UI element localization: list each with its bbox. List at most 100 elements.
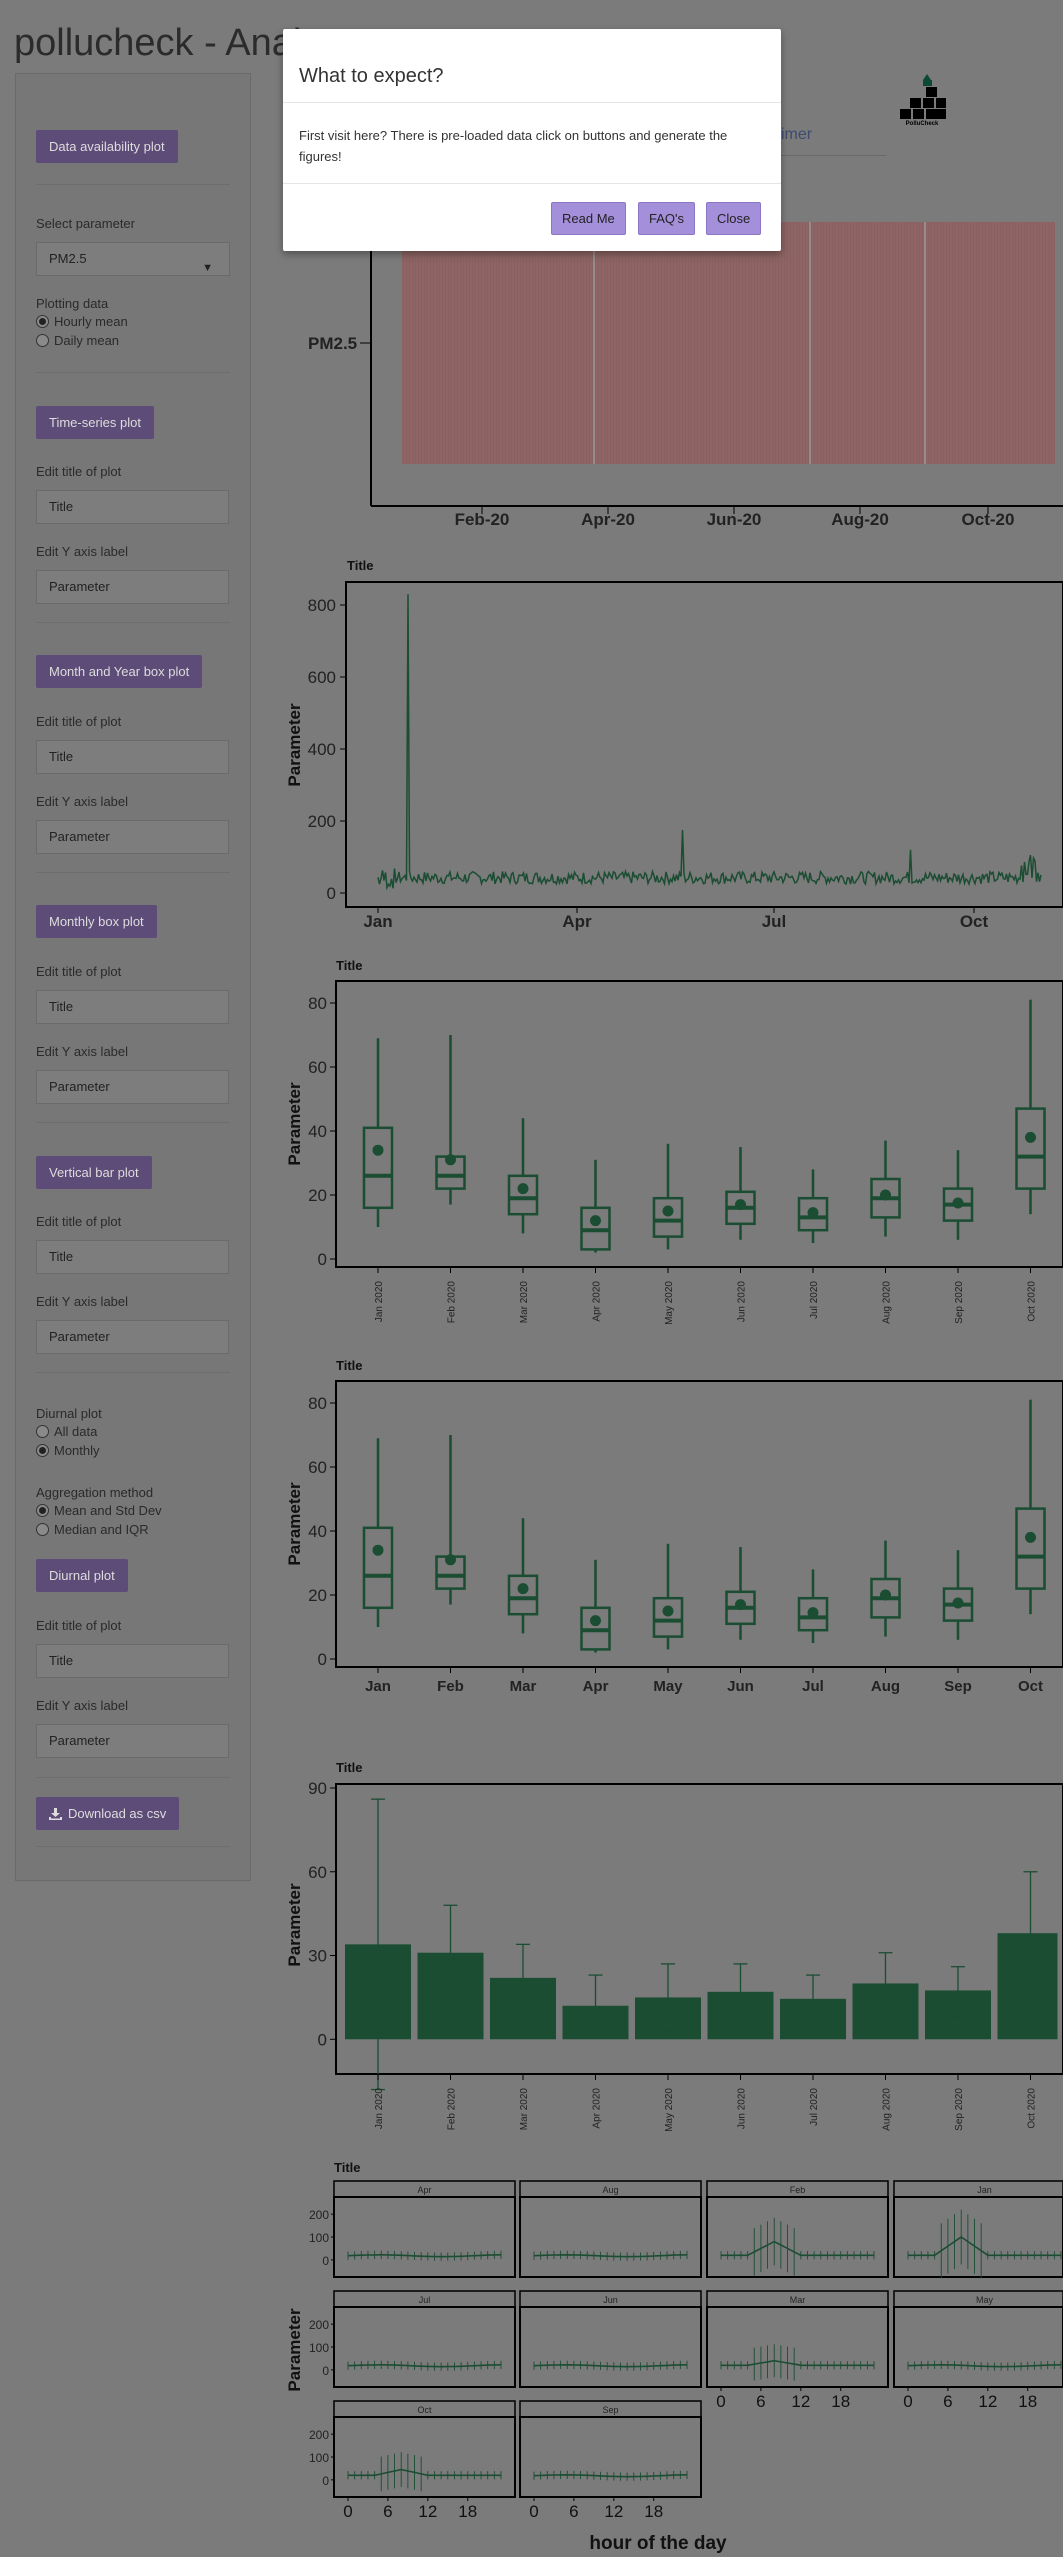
- edit-y-label: Edit Y axis label: [36, 544, 129, 559]
- timeseries-xtick-label: Oct: [960, 912, 989, 931]
- box-xtick-label: Apr 2020: [592, 1281, 603, 1322]
- timeseries-yticks: 0 200 400 600 800: [308, 596, 346, 903]
- diurnal-title-input[interactable]: Title: [36, 1644, 229, 1678]
- modal-title: What to expect?: [299, 65, 444, 87]
- diurnal-y-input[interactable]: Parameter: [36, 1724, 229, 1758]
- box-xtick-label: May 2020: [664, 1281, 675, 1325]
- sidebar: Data availability plot Select parameter …: [15, 73, 251, 1881]
- vbar-xtick-label: Jun 2020: [737, 2088, 748, 2130]
- monthly-box-button[interactable]: Monthly box plot: [36, 905, 157, 938]
- vertical-bar-title-input[interactable]: Title: [36, 1240, 229, 1274]
- vertical-bar-chart: Parameter 0 30 60 90 Jan 2020 Feb 2020 Mar 2020…: [285, 1779, 1063, 2132]
- box-mean-point: [880, 1189, 891, 1201]
- facet-frame: [519, 2416, 702, 2498]
- facet-xtick-label: 12: [978, 2392, 997, 2411]
- facet-xtick-label: 18: [831, 2392, 850, 2411]
- box-xtick-label: Jul: [802, 1678, 824, 1695]
- edit-title-label: Edit title of plot: [36, 964, 122, 979]
- timeseries-plot-button[interactable]: Time-series plot: [36, 406, 154, 439]
- timeseries-ytick-label: 0: [327, 884, 336, 903]
- timeseries-y-input[interactable]: Parameter: [36, 570, 229, 604]
- timeseries-chart: Parameter 0 200 400 600 800 Jan Apr Jul Oct: [285, 581, 1063, 931]
- parameter-select-value: PM2.5: [49, 251, 87, 266]
- box-mean-point: [662, 1605, 674, 1617]
- box-mean-point: [372, 1144, 384, 1156]
- facet-ytick-label: 0: [322, 2364, 329, 2378]
- tab-disclaimer[interactable]: imer: [781, 126, 812, 144]
- box-mean-point: [807, 1207, 819, 1219]
- facet-ytick-label: 100: [309, 2451, 329, 2465]
- box-body: [507, 1174, 539, 1216]
- vbar-xtick-label: May 2020: [664, 2088, 675, 2132]
- box-xtick-label: Jul 2020: [809, 1281, 820, 1319]
- diurnal-plot-label: Diurnal plot: [36, 1406, 102, 1421]
- availability-xtick-label: Jun-20: [707, 510, 762, 529]
- faqs-button[interactable]: FAQ's: [638, 202, 695, 235]
- edit-y-label: Edit Y axis label: [36, 794, 129, 809]
- modal-body: First visit here? There is pre-loaded da…: [299, 128, 728, 164]
- month-year-title-input[interactable]: Title: [36, 740, 229, 774]
- facet-xtick-label: 12: [604, 2502, 623, 2521]
- box-mean-point: [445, 1154, 456, 1166]
- box-mean-point: [590, 1215, 601, 1227]
- divider: [36, 1777, 230, 1778]
- box-xtick-label: Aug: [871, 1678, 900, 1695]
- box-xtick-label: Jun: [727, 1678, 754, 1695]
- month-year-box-title: Title: [336, 958, 363, 973]
- timeseries-xtick-label: Jul: [762, 912, 787, 931]
- vbar-bar: [997, 1933, 1058, 2040]
- radio-mean-std[interactable]: Mean and Std Dev: [36, 1503, 162, 1518]
- facet-ytick-label: 200: [309, 2428, 329, 2442]
- timeseries-title-input[interactable]: Title: [36, 490, 229, 524]
- facet-frame: [333, 2416, 516, 2498]
- vertical-bar-button[interactable]: Vertical bar plot: [36, 1156, 152, 1189]
- radio-label: Daily mean: [54, 333, 120, 348]
- timeseries-ytick-label: 800: [308, 596, 336, 615]
- month-year-y-input[interactable]: Parameter: [36, 820, 229, 854]
- month-year-box-button[interactable]: Month and Year box plot: [36, 655, 203, 688]
- box-mean-point: [880, 1589, 891, 1601]
- timeseries-xtick-label: Apr: [562, 912, 592, 931]
- download-icon: [49, 1807, 62, 1820]
- download-csv-button[interactable]: Download as csv: [36, 1797, 180, 1830]
- radio-checked-icon: [36, 315, 49, 328]
- facet-xtick-label: 6: [383, 2502, 392, 2521]
- facet-frame: [333, 2196, 516, 2278]
- box-xtick-label: Jan: [365, 1678, 391, 1695]
- radio-median-iqr[interactable]: Median and IQR: [36, 1522, 149, 1537]
- facet-frame: [519, 2196, 702, 2278]
- read-me-button[interactable]: Read Me: [551, 202, 626, 235]
- facet-line: [348, 2468, 501, 2477]
- box-plot-frame: [335, 1380, 1063, 1668]
- diurnal-plot-button[interactable]: Diurnal plot: [36, 1559, 128, 1592]
- box-mean-point: [735, 1599, 746, 1611]
- facet-line: [533, 2253, 688, 2258]
- vbar-xtick-label: Oct 2020: [1027, 2088, 1038, 2129]
- facet-xtick-label: 0: [716, 2392, 725, 2411]
- vbar-ytick-label: 90: [308, 1779, 327, 1798]
- timeseries-ytick-label: 600: [308, 668, 336, 687]
- facet-frame: [893, 2306, 1063, 2388]
- monthly-box-title-input[interactable]: Title: [36, 990, 229, 1024]
- radio-monthly[interactable]: Monthly: [36, 1443, 100, 1458]
- parameter-select[interactable]: PM2.5 ▼: [36, 242, 230, 276]
- radio-hourly-mean[interactable]: Hourly mean: [36, 314, 128, 329]
- radio-all-data[interactable]: All data: [36, 1424, 97, 1439]
- radio-checked-icon: [36, 1444, 49, 1457]
- vbar-xtick-label: Aug 2020: [882, 2088, 893, 2131]
- availability-xtick-label: Feb-20: [455, 510, 510, 529]
- box-xtick-label: May: [653, 1678, 683, 1695]
- diurnal-title: Title: [334, 2160, 361, 2175]
- radio-daily-mean[interactable]: Daily mean: [36, 333, 119, 348]
- radio-label: Monthly: [54, 1443, 100, 1458]
- vertical-bar-title: Title: [336, 1760, 363, 1775]
- vertical-bar-y-input[interactable]: Parameter: [36, 1320, 229, 1354]
- monthly-box-y-input[interactable]: Parameter: [36, 1070, 229, 1104]
- divider: [36, 372, 230, 373]
- box-mean-point: [735, 1199, 746, 1211]
- vbar-xtick-label: Apr 2020: [592, 2088, 603, 2129]
- facet-strip-label: Feb: [790, 2185, 806, 2195]
- availability-plot-button[interactable]: Data availability plot: [36, 130, 178, 163]
- close-button[interactable]: Close: [706, 202, 762, 235]
- caret-down-icon: ▼: [202, 262, 213, 274]
